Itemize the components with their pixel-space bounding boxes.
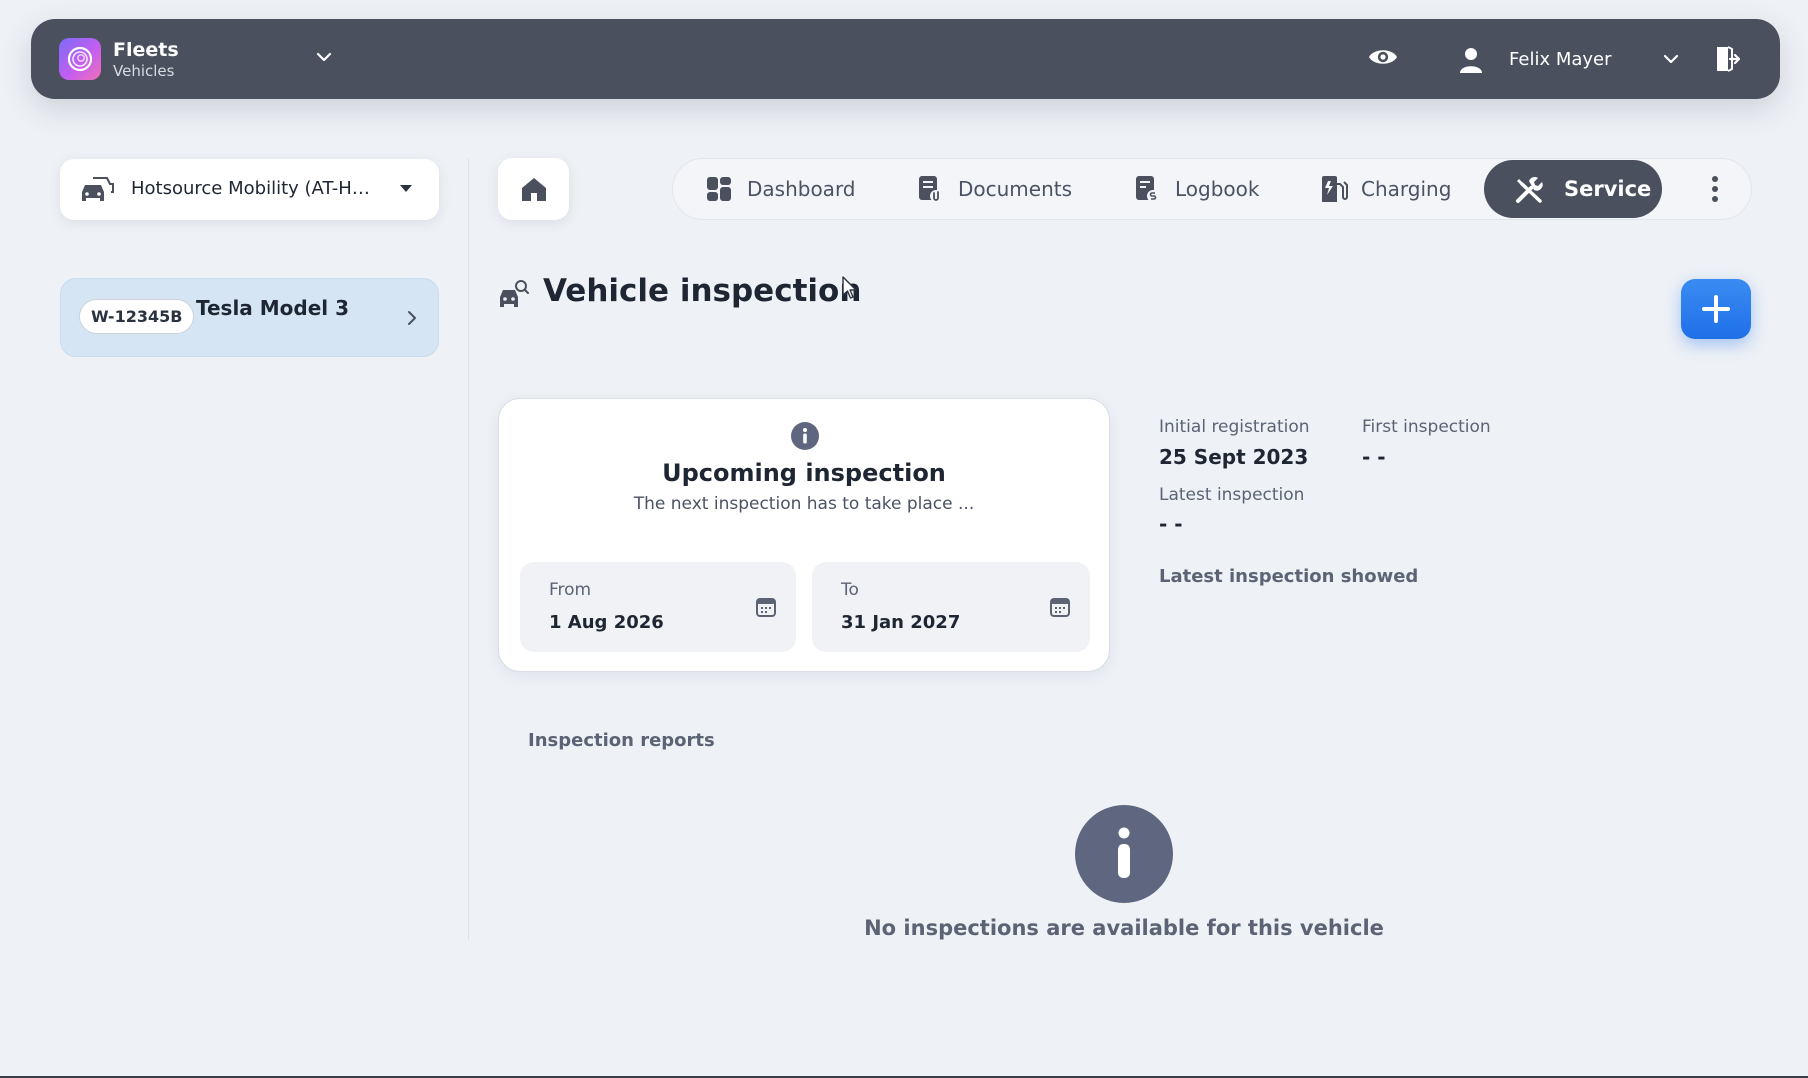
tab-service-label: Service — [1564, 177, 1652, 201]
user-menu[interactable]: Felix Mayer — [1459, 39, 1687, 79]
date-to-value: 31 Jan 2027 — [841, 612, 961, 633]
tab-charging-label: Charging — [1361, 177, 1452, 201]
latest-inspection-showed-label: Latest inspection showed — [1159, 566, 1419, 587]
upcoming-inspection-card: Upcoming inspection The next inspection … — [498, 398, 1110, 672]
first-inspection-value: - - — [1362, 445, 1386, 469]
date-from-label: From — [549, 580, 592, 600]
more-options-button[interactable] — [1700, 174, 1730, 204]
date-to-label: To — [841, 580, 859, 600]
date-to-field[interactable]: To 31 Jan 2027 — [812, 562, 1090, 652]
latest-inspection-value: - - — [1159, 512, 1183, 536]
dashboard-icon — [707, 177, 731, 201]
charging-icon — [1322, 176, 1348, 202]
user-name: Felix Mayer — [1509, 49, 1612, 70]
tab-documents-label: Documents — [958, 177, 1073, 201]
initial-registration-label: Initial registration — [1159, 417, 1310, 437]
latest-inspection-label: Latest inspection — [1159, 485, 1305, 505]
app-subtitle: Vehicles — [113, 62, 175, 80]
chevron-down-icon — [1663, 54, 1679, 64]
info-icon — [1075, 805, 1173, 903]
tab-service[interactable]: Service — [1484, 160, 1662, 218]
add-inspection-button[interactable] — [1681, 279, 1751, 339]
date-from-value: 1 Aug 2026 — [549, 612, 664, 633]
home-button[interactable] — [498, 158, 569, 220]
user-icon — [1460, 48, 1482, 73]
app-switcher[interactable]: Fleets Vehicles — [59, 38, 332, 80]
logout-icon — [1717, 46, 1741, 72]
mouse-cursor-icon — [842, 276, 857, 299]
page-title: Vehicle inspection — [543, 273, 862, 309]
tab-charging[interactable]: Charging — [1319, 159, 1459, 219]
tab-logbook[interactable]: Logbook — [1133, 159, 1273, 219]
upcoming-inspection-subtitle: The next inspection has to take place ..… — [633, 494, 975, 514]
organization-label: Hotsource Mobility (AT-HM... — [131, 178, 379, 199]
car-inspection-icon — [500, 280, 529, 307]
organization-select[interactable]: Hotsource Mobility (AT-HM... — [60, 159, 439, 220]
caret-down-icon — [400, 185, 412, 192]
tab-logbook-label: Logbook — [1175, 177, 1260, 201]
documents-icon — [919, 176, 942, 202]
more-vertical-icon — [1712, 176, 1718, 202]
service-icon — [1516, 176, 1543, 203]
logout-button[interactable] — [1713, 44, 1743, 74]
tab-dashboard-label: Dashboard — [747, 177, 856, 201]
fleets-logo-icon — [59, 38, 101, 80]
eye-icon — [1369, 50, 1397, 64]
initial-registration-value: 25 Sept 2023 — [1159, 445, 1309, 469]
visibility-toggle-button[interactable] — [1367, 44, 1403, 74]
license-plate-badge: W-12345B — [79, 299, 195, 334]
inspection-reports-heading: Inspection reports — [528, 730, 715, 751]
tab-documents[interactable]: Documents — [916, 159, 1076, 219]
first-inspection-label: First inspection — [1362, 417, 1491, 437]
chevron-right-icon — [408, 311, 416, 325]
column-divider — [468, 158, 469, 940]
empty-state-message: No inspections are available for this ve… — [864, 916, 1384, 940]
date-from-field[interactable]: From 1 Aug 2026 — [520, 562, 796, 652]
home-icon — [522, 178, 546, 201]
tab-dashboard[interactable]: Dashboard — [705, 159, 865, 219]
upcoming-inspection-title: Upcoming inspection — [662, 459, 946, 487]
calendar-icon — [1050, 598, 1070, 617]
vehicle-name: Tesla Model 3 — [196, 296, 350, 320]
section-tabs: Dashboard Documents Logbook Charging Ser… — [672, 158, 1752, 220]
vehicle-list-item[interactable]: W-12345B Tesla Model 3 — [60, 278, 439, 357]
chevron-down-icon — [316, 52, 332, 62]
logbook-icon — [1136, 176, 1159, 202]
fleet-cars-icon — [82, 177, 114, 201]
app-name: Fleets — [113, 39, 179, 61]
calendar-icon — [756, 598, 776, 617]
plus-icon — [1702, 295, 1730, 323]
top-bar: Fleets Vehicles Felix Mayer — [31, 19, 1780, 99]
info-icon — [791, 422, 819, 450]
